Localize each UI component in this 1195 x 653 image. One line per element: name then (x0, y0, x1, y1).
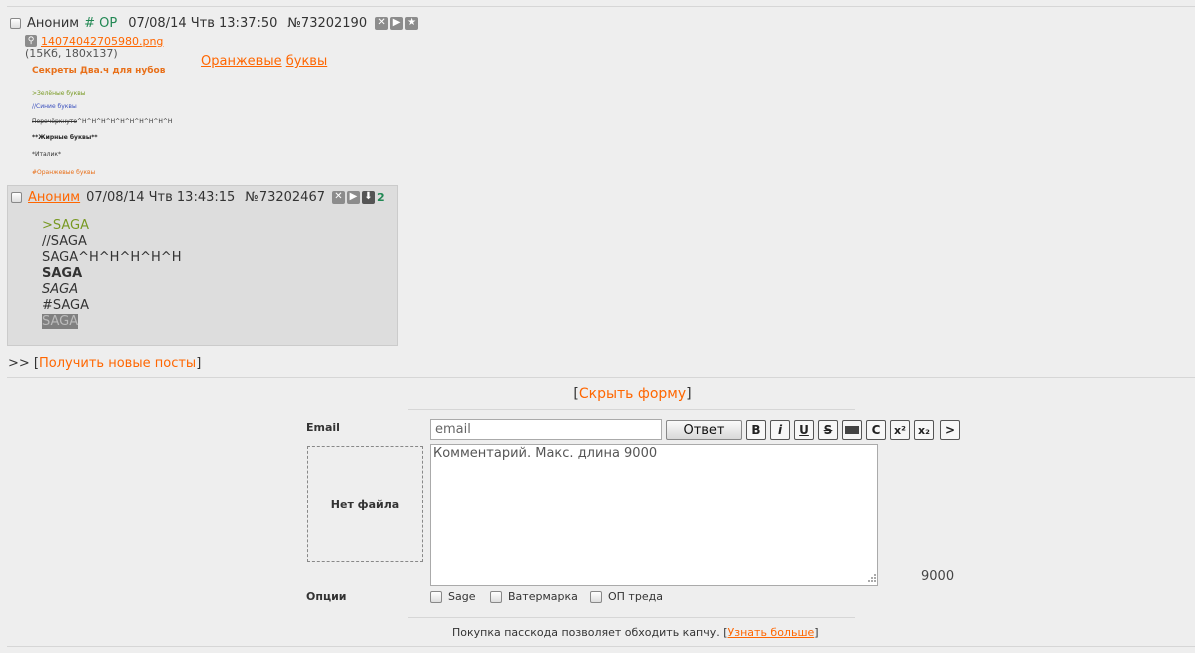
thumb-italic: *Италик* (32, 151, 62, 158)
passcode-learn-more-link[interactable]: Узнать больше (728, 626, 815, 639)
get-new-posts-link[interactable]: Получить новые посты (39, 356, 196, 371)
form-top-divider (408, 409, 855, 410)
op-post-text: Оранжевые буквы (201, 54, 327, 69)
resize-grip-icon[interactable] (866, 574, 876, 584)
reply-line-italic: SAGA (42, 282, 79, 297)
get-new-posts: >> [Получить новые посты] (8, 356, 202, 371)
reply-post-number[interactable]: №73202467 (245, 190, 325, 205)
thumb-blue: //Синие буквы (32, 103, 77, 110)
watermark-checkbox[interactable] (490, 590, 502, 603)
bold-button[interactable]: B (746, 420, 766, 440)
submit-reply-button[interactable]: Ответ (666, 420, 742, 440)
quote-button[interactable]: > (940, 420, 960, 440)
watermark-option[interactable]: Ватермарка (490, 590, 578, 603)
reply-line-blue: //SAGA (42, 234, 87, 249)
passcode-notice: Покупка пасскода позволяет обходить капч… (452, 626, 819, 639)
code-button[interactable]: C (866, 420, 886, 440)
watermark-label: Ватермарка (508, 590, 578, 603)
op-file-line: ⚲ 14074042705980.png (25, 34, 163, 48)
op-thumbnail-image[interactable]: Секреты Два.ч для нубов >Зелёные буквы /… (25, 60, 185, 181)
reply-line-strike: SAGA^H^H^H^H^H (42, 250, 182, 265)
op-select-checkbox[interactable] (10, 17, 21, 29)
op-text-word-2[interactable]: буквы (286, 54, 328, 69)
op-post-header: Аноним # OP 07/08/14 Чтв 13:37:50 №73202… (10, 15, 420, 31)
file-drop-zone[interactable]: Нет файла (307, 446, 423, 562)
reply-line-green: >SAGA (42, 218, 90, 233)
op-checkbox[interactable] (590, 590, 602, 603)
op-tripcode: # OP (84, 15, 118, 31)
top-divider (7, 6, 1195, 7)
spoiler-icon (845, 426, 859, 434)
op-post-date: 07/08/14 Чтв 13:37:50 (128, 15, 278, 31)
op-text-word-1[interactable]: Оранжевые (201, 54, 282, 69)
reply-post: Аноним 07/08/14 Чтв 13:43:15 №73202467 ✕… (7, 185, 398, 346)
reply-post-header: Аноним 07/08/14 Чтв 13:43:15 №73202467 ✕… (11, 189, 385, 205)
reply-post-date: 07/08/14 Чтв 13:43:15 (86, 189, 236, 205)
op-label: ОП треда (608, 590, 663, 603)
hide-form-toggle: [Скрыть форму] (573, 386, 692, 402)
op-option[interactable]: ОП треда (590, 590, 663, 603)
reply-line-spoiler[interactable]: SAGA (42, 314, 79, 329)
sage-label: Sage (448, 590, 476, 603)
file-search-icon[interactable]: ⚲ (25, 35, 37, 47)
sage-option[interactable]: Sage (430, 590, 475, 603)
underline-button[interactable]: U (794, 420, 814, 440)
play-icon[interactable]: ▶ (390, 16, 404, 30)
thumb-strike-line: Перечёркнуто^H^H^H^H^H^H^H^H^H^H (32, 118, 173, 125)
sage-checkbox[interactable] (430, 590, 442, 603)
file-drop-label: Нет файла (330, 497, 400, 511)
hide-post-icon[interactable]: ✕ (332, 190, 345, 204)
op-file-link[interactable]: 14074042705980.png (41, 35, 163, 48)
play-icon[interactable]: ▶ (347, 190, 360, 204)
thumb-title: Секреты Два.ч для нубов (32, 66, 166, 76)
email-input[interactable] (430, 419, 662, 440)
op-post-number[interactable]: №73202190 (287, 16, 367, 31)
divider (7, 377, 1195, 378)
options-label: Опции (306, 590, 347, 603)
comment-textarea[interactable] (430, 444, 878, 586)
reply-line-hash: #SAGA (42, 298, 90, 313)
thumb-green: >Зелёные буквы (32, 90, 86, 97)
hide-form-link[interactable]: Скрыть форму (579, 386, 686, 402)
download-icon[interactable]: ⬇ (362, 190, 375, 204)
reply-count-badge: 2 (377, 190, 385, 204)
hide-post-icon[interactable]: ✕ (375, 16, 389, 30)
bottom-divider (7, 646, 1195, 647)
reply-post-body: >SAGA //SAGA SAGA^H^H^H^H^H SAGA SAGA #S… (42, 218, 181, 330)
op-file-info: (15Кб, 180x137) (25, 47, 118, 60)
email-label: Email (306, 421, 340, 434)
reply-select-checkbox[interactable] (11, 191, 22, 203)
reply-author-name[interactable]: Аноним (28, 190, 80, 205)
superscript-button[interactable]: x² (890, 420, 910, 440)
form-bottom-divider (408, 617, 855, 618)
reply-line-bold: SAGA (42, 266, 83, 281)
char-counter: 9000 (921, 569, 955, 584)
thumb-bold: **Жирные буквы** (32, 134, 98, 141)
italic-button[interactable]: i (770, 420, 790, 440)
thumb-orange: #Оранжевые буквы (32, 169, 96, 176)
strike-button[interactable]: S (818, 420, 838, 440)
favorite-star-icon[interactable]: ★ (405, 16, 419, 30)
spoiler-button[interactable] (842, 420, 862, 440)
subscript-button[interactable]: x₂ (914, 420, 934, 440)
op-author-name: Аноним (27, 15, 80, 31)
